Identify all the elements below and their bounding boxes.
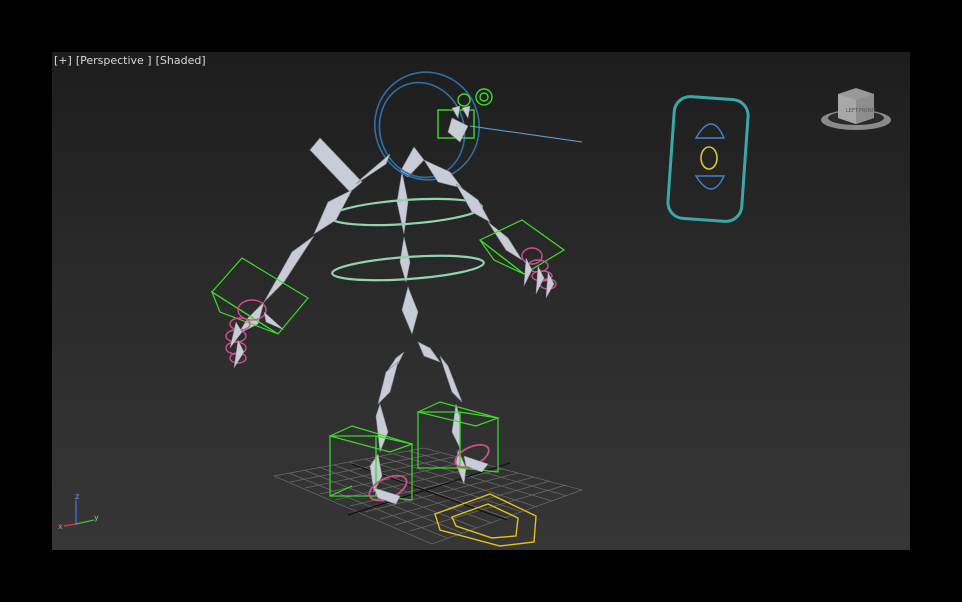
right-arm-bones bbox=[423, 159, 523, 261]
left-leg-bones bbox=[369, 361, 399, 493]
left-hand-ik[interactable] bbox=[210, 257, 309, 335]
viewcube-icon[interactable]: LEFT FRONT bbox=[818, 82, 894, 136]
axis-tripod: z y x bbox=[54, 492, 104, 532]
viewcube[interactable]: LEFT FRONT bbox=[818, 82, 894, 136]
max-window-frame: [+] [Perspective ] [Shaded] LEFT FRONT z… bbox=[0, 0, 962, 602]
viewcube-front-face: FRONT bbox=[859, 108, 877, 114]
home-grid bbox=[272, 447, 584, 545]
axis-tripod-icon: z y x bbox=[58, 492, 99, 531]
axis-y-label: y bbox=[94, 513, 99, 522]
scene-canvas[interactable] bbox=[52, 52, 910, 550]
left-shoulder-bones bbox=[355, 153, 391, 185]
feet-bones bbox=[373, 455, 489, 505]
head-bones bbox=[447, 105, 471, 143]
perspective-viewport[interactable]: [+] [Perspective ] [Shaded] LEFT FRONT z… bbox=[52, 52, 910, 550]
axis-z-label: z bbox=[75, 492, 79, 501]
right-finger-bones bbox=[523, 257, 555, 299]
left-arm-bones bbox=[237, 137, 363, 335]
viewcube-left-face: LEFT bbox=[846, 108, 859, 114]
axis-x-label: x bbox=[58, 522, 63, 531]
face-control-panel[interactable] bbox=[666, 95, 750, 223]
look-at-line bbox=[469, 125, 583, 143]
